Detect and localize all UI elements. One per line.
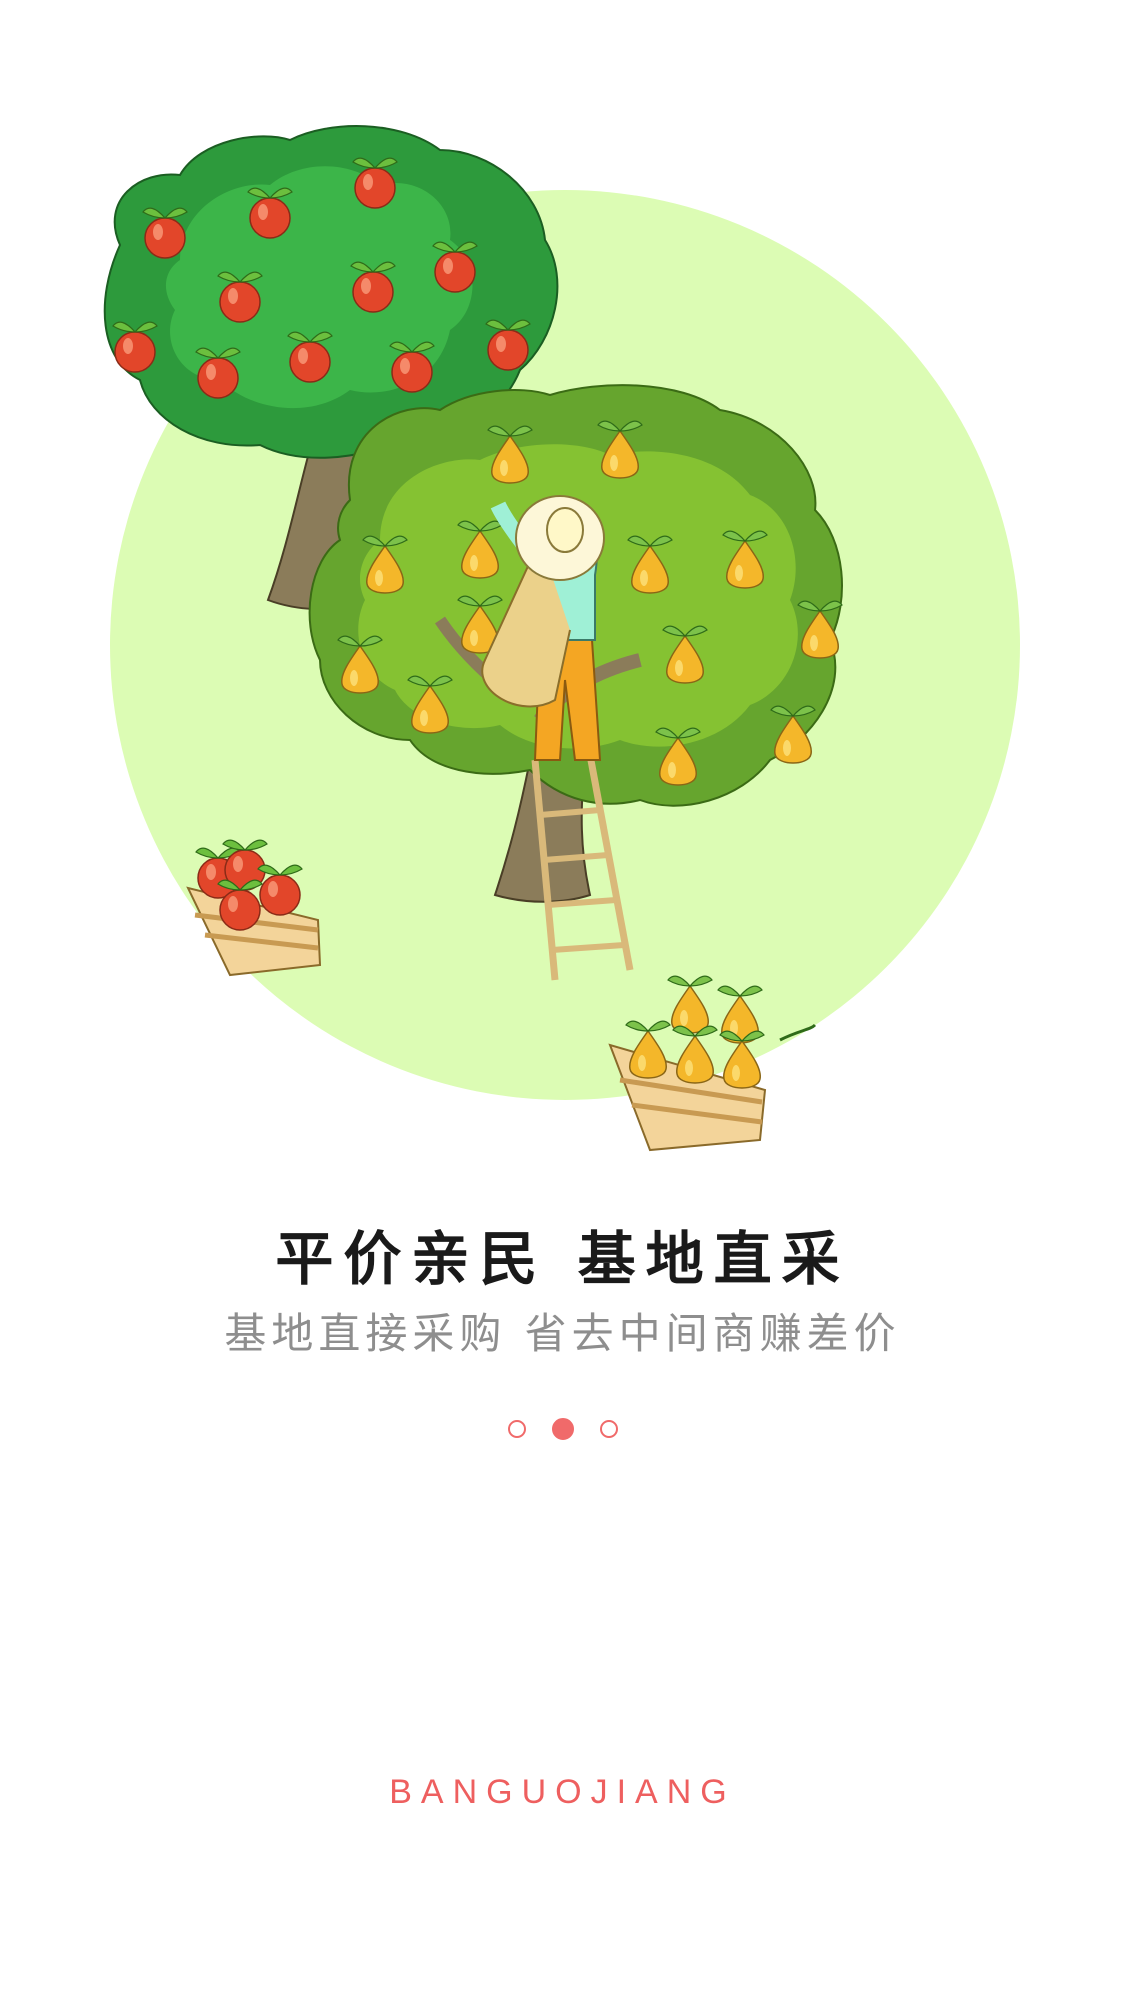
page-dot-3[interactable] bbox=[599, 1420, 618, 1438]
page-dot-1[interactable] bbox=[507, 1420, 526, 1438]
brand-wordmark: BANGUOJIANG bbox=[389, 1773, 736, 1811]
page-dot-2-active[interactable] bbox=[551, 1418, 574, 1440]
page-indicator bbox=[0, 1418, 1125, 1440]
onboarding-title: 平价亲民 基地直采 bbox=[275, 1225, 850, 1293]
onboarding-subtitle: 基地直接采购 省去中间商赚差价 bbox=[224, 1309, 901, 1358]
orchard-harvest-illustration bbox=[103, 125, 1020, 1152]
